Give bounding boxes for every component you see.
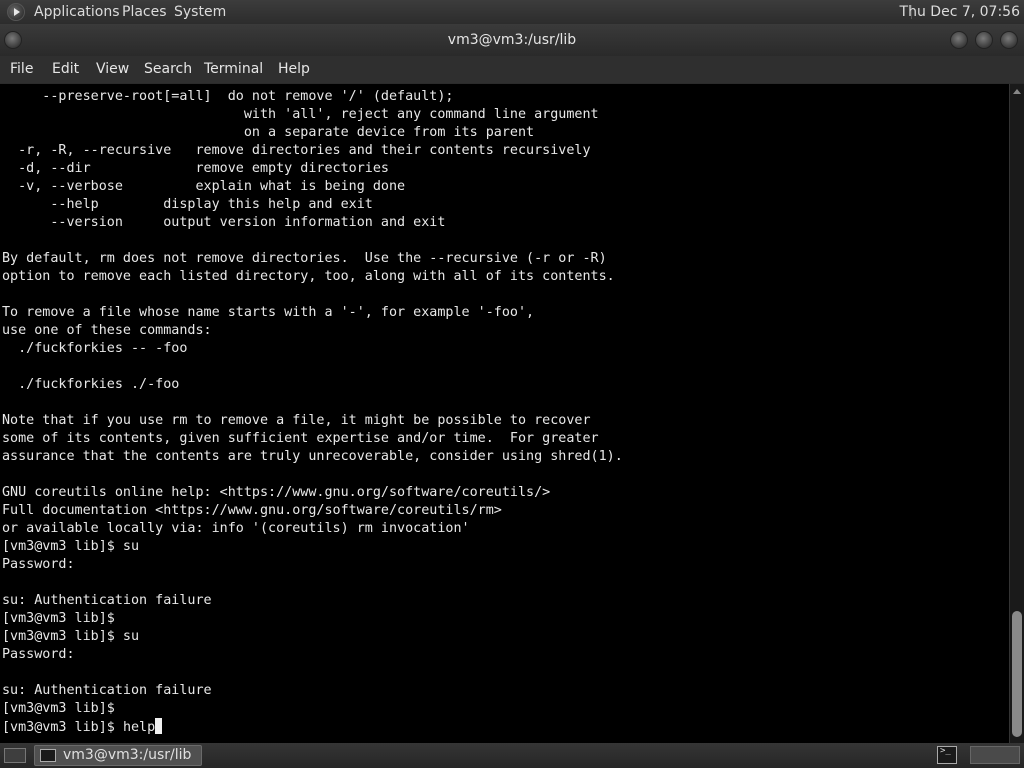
places-menu[interactable]: Places bbox=[122, 0, 167, 24]
terminal-line: [vm3@vm3 lib]$ su bbox=[2, 629, 140, 644]
window-titlebar[interactable]: vm3@vm3:/usr/lib bbox=[0, 24, 1024, 56]
terminal-line: GNU coreutils online help: <https://www.… bbox=[2, 485, 551, 500]
close-icon[interactable] bbox=[1000, 31, 1018, 49]
workspace-switcher[interactable] bbox=[970, 746, 1020, 764]
terminal-line: option to remove each listed directory, … bbox=[2, 269, 615, 284]
scroll-up-arrow-icon[interactable] bbox=[1013, 89, 1021, 94]
terminal-line: use one of these commands: bbox=[2, 323, 212, 338]
terminal-line: Password: bbox=[2, 647, 75, 662]
terminal-line: --version output version information and… bbox=[2, 215, 446, 230]
terminal-line: Password: bbox=[2, 557, 75, 572]
bottom-panel: vm3@vm3:/usr/lib bbox=[0, 743, 1024, 768]
taskbar-window-button[interactable]: vm3@vm3:/usr/lib bbox=[34, 745, 202, 766]
terminal-launcher-icon[interactable] bbox=[937, 746, 957, 764]
terminal-scrollbar[interactable] bbox=[1009, 84, 1024, 743]
top-panel: Applications Places System Thu Dec 7, 07… bbox=[0, 0, 1024, 24]
taskbar-window-label: vm3@vm3:/usr/lib bbox=[63, 747, 192, 763]
terminal-line: ./fuckforkies ./-foo bbox=[2, 377, 180, 392]
scrollbar-thumb[interactable] bbox=[1012, 611, 1022, 737]
terminal-icon bbox=[40, 749, 56, 762]
menubar: File Edit View Search Terminal Help bbox=[0, 56, 1024, 83]
show-desktop-icon[interactable] bbox=[4, 748, 26, 763]
menu-terminal[interactable]: Terminal bbox=[204, 56, 263, 83]
terminal-output: --preserve-root[=all] do not remove '/' … bbox=[2, 88, 623, 736]
terminal-line: su: Authentication failure bbox=[2, 683, 212, 698]
terminal-prompt-line[interactable]: [vm3@vm3 lib]$ help bbox=[2, 718, 623, 736]
terminal-view[interactable]: --preserve-root[=all] do not remove '/' … bbox=[0, 84, 1009, 743]
menu-help[interactable]: Help bbox=[278, 56, 310, 83]
menu-file[interactable]: File bbox=[10, 56, 33, 83]
clock[interactable]: Thu Dec 7, 07:56 bbox=[900, 0, 1020, 24]
terminal-input[interactable]: help bbox=[123, 720, 155, 735]
terminal-line: some of its contents, given sufficient e… bbox=[2, 431, 599, 446]
maximize-icon[interactable] bbox=[975, 31, 993, 49]
terminal-line: [vm3@vm3 lib]$ bbox=[2, 701, 115, 716]
terminal-line: Full documentation <https://www.gnu.org/… bbox=[2, 503, 502, 518]
terminal-line: -d, --dir remove empty directories bbox=[2, 161, 389, 176]
menu-edit[interactable]: Edit bbox=[52, 56, 79, 83]
menu-view[interactable]: View bbox=[96, 56, 129, 83]
terminal-line: su: Authentication failure bbox=[2, 593, 212, 608]
terminal-line: or available locally via: info '(coreuti… bbox=[2, 521, 470, 536]
terminal-line: on a separate device from its parent bbox=[2, 125, 535, 140]
terminal-line: assurance that the contents are truly un… bbox=[2, 449, 623, 464]
window-title: vm3@vm3:/usr/lib bbox=[447, 32, 577, 48]
terminal-line: -r, -R, --recursive remove directories a… bbox=[2, 143, 591, 158]
applications-menu[interactable]: Applications bbox=[34, 0, 120, 24]
terminal-line: [vm3@vm3 lib]$ su bbox=[2, 539, 140, 554]
terminal-line: By default, rm does not remove directori… bbox=[2, 251, 607, 266]
terminal-line: To remove a file whose name starts with … bbox=[2, 305, 535, 320]
menu-search[interactable]: Search bbox=[144, 56, 192, 83]
terminal-line: --help display this help and exit bbox=[2, 197, 373, 212]
system-menu[interactable]: System bbox=[174, 0, 226, 24]
terminal-line: Note that if you use rm to remove a file… bbox=[2, 413, 591, 428]
terminal-line: ./fuckforkies -- -foo bbox=[2, 341, 188, 356]
minimize-icon[interactable] bbox=[950, 31, 968, 49]
applications-logo-icon[interactable] bbox=[7, 3, 25, 21]
terminal-line: with 'all', reject any command line argu… bbox=[2, 107, 599, 122]
terminal-line: [vm3@vm3 lib]$ bbox=[2, 611, 115, 626]
terminal-prompt: [vm3@vm3 lib]$ bbox=[2, 720, 123, 735]
terminal-cursor bbox=[155, 718, 163, 734]
terminal-line: --preserve-root[=all] do not remove '/' … bbox=[2, 89, 454, 104]
terminal-line: -v, --verbose explain what is being done bbox=[2, 179, 406, 194]
